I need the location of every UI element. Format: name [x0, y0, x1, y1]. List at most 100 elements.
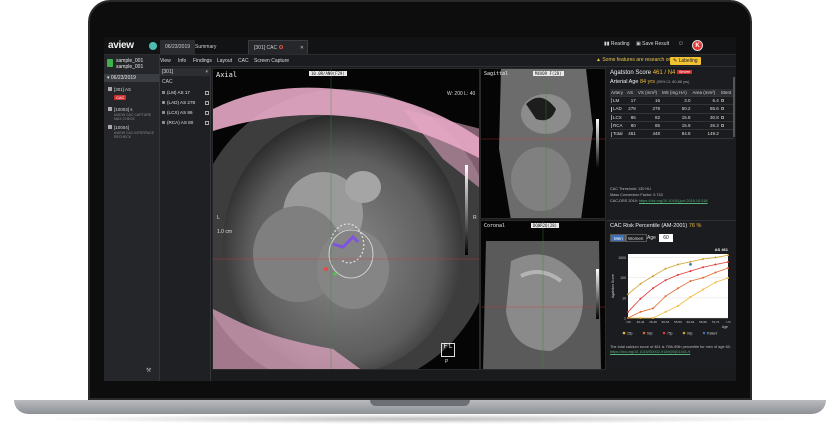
orientation-bottom: P	[445, 359, 449, 365]
series-description: AVIEW CAC INTERFACE RECHECK	[114, 131, 154, 139]
status-dot-icon	[279, 45, 284, 49]
user-avatar[interactable]: K	[692, 40, 703, 51]
coronal-ct-image	[481, 221, 605, 369]
tools-icon[interactable]: ⚒	[146, 367, 151, 374]
table-row[interactable]: LAD 278 278 50.2 85.6	[610, 104, 734, 114]
window-level-bar[interactable]	[596, 119, 599, 169]
age-input[interactable]: 60	[659, 234, 673, 242]
edit-icon[interactable]	[205, 121, 209, 125]
orientation-left: L	[217, 215, 220, 221]
tab-cac-label: [301] CAC	[254, 45, 278, 51]
orientation-cube[interactable]: F L	[441, 343, 455, 357]
risk-note: The total calcium score of 461 is 75th-9…	[610, 345, 734, 355]
menu-bar: View Info Findings Layout CAC Screen Cap…	[160, 55, 736, 67]
patient-id: sample_001	[116, 64, 144, 70]
arterial-age: Arterial Age 84 yrs (95% CI: 80-88 yrs)	[610, 79, 690, 85]
finding-item-lcx[interactable]: (LCX) AS 86	[162, 109, 209, 117]
stent-checkbox[interactable]	[720, 115, 724, 119]
column-header: MS (mg HA)	[661, 89, 692, 97]
series-point-90p	[702, 257, 704, 260]
edit-icon[interactable]	[205, 91, 209, 95]
series-point-50p	[702, 276, 704, 279]
axial-ct-image	[213, 69, 479, 369]
menu-info[interactable]: Info	[178, 58, 186, 64]
series-description: AVIEW CAC CAPTURE MAX CHECK	[114, 113, 152, 121]
agatston-title: Agatston Score 461 / N4 Severe	[610, 70, 693, 76]
series-point-90p	[727, 254, 729, 257]
axial-viewer[interactable]: Axial 10.0R/AN9(F29) W: 200 L: 40 1.0 cm…	[212, 68, 480, 370]
finding-item-lad[interactable]: (LAD) AS 278	[162, 99, 209, 107]
table-row[interactable]: LCX 86 82 15.8 30.8	[610, 113, 734, 122]
save-result-button[interactable]: ▣ Save Result	[636, 41, 669, 47]
edit-icon[interactable]	[205, 111, 209, 115]
close-icon[interactable]: ✕	[300, 41, 304, 55]
panel-scrollbar[interactable]	[733, 77, 735, 137]
series-item[interactable]: [301] AS	[108, 87, 131, 92]
y-tick-label: 100	[620, 276, 626, 280]
series-point-25p	[689, 296, 692, 299]
menu-cac[interactable]: CAC	[238, 58, 249, 64]
table-row[interactable]: RCA 80 85 15.9 26.3	[610, 121, 734, 131]
series-item[interactable]: [10004]	[108, 125, 129, 130]
table-row-total: Total 461 448 84.8 149.2	[610, 129, 734, 139]
stent-checkbox[interactable]	[720, 107, 724, 111]
coronal-series-tag: DQ0R2Q(28)	[531, 223, 560, 228]
reading-button[interactable]: ▮▮ Reading	[604, 41, 630, 47]
gender-women-toggle[interactable]: Women	[624, 234, 648, 242]
series-point-75p	[627, 310, 629, 313]
x-tick-label: 50-54	[662, 320, 670, 324]
coronal-label: Coronal	[484, 223, 506, 229]
stent-checkbox[interactable]	[720, 99, 724, 103]
study-date-row[interactable]: ▾ 06/23/2019	[104, 74, 159, 82]
tab-cac[interactable]: [301] CAC ✕	[248, 40, 308, 54]
severity-badge: Severe	[677, 70, 693, 75]
series-point-50p	[714, 271, 717, 274]
axial-label: Axial	[216, 71, 238, 79]
risk-percentile-panel: CAC Risk Percentile (AM-2001) 76 % Men W…	[607, 220, 736, 370]
finding-item-rca[interactable]: (RCA) AS 80	[162, 119, 209, 127]
series-point-75p	[702, 266, 704, 269]
orientation-right: R	[473, 215, 477, 221]
column-header: Stent	[719, 89, 734, 97]
power-icon[interactable]: ⏻	[679, 41, 683, 47]
labeling-button[interactable]: ✎ Labeling	[670, 57, 701, 65]
findings-series-select[interactable]: [301] ▾	[160, 68, 211, 76]
menu-screen-capture[interactable]: Screen Capture	[254, 58, 289, 64]
series-point-25p	[639, 317, 642, 319]
reference-link[interactable]: https://doi.org/10.1016/S0002-9149(00)01…	[610, 350, 734, 355]
chart-title: AS 461	[715, 247, 729, 252]
menu-layout[interactable]: Layout	[217, 58, 232, 64]
series-point-90p	[627, 293, 629, 296]
finding-swatch	[162, 121, 165, 124]
agatston-table: Artery AS VS (mm³) MS (mg HA) Area (mm²)…	[610, 89, 734, 139]
menu-view[interactable]: View	[160, 58, 171, 64]
series-point-25p	[677, 304, 679, 307]
stent-checkbox[interactable]	[720, 124, 724, 128]
menu-findings[interactable]: Findings	[193, 58, 212, 64]
series-point-50p	[677, 287, 679, 290]
sagittal-viewer[interactable]: Sagittal M4X09 F(28)	[480, 68, 606, 219]
research-notice: ▲ Some features are research only	[596, 57, 675, 63]
patient-entry[interactable]: sample_001 sample_001	[107, 58, 157, 72]
column-header: Artery	[610, 89, 626, 97]
tab-summary[interactable]: Summary	[190, 40, 221, 54]
finding-item-lm[interactable]: (LM) AS 17	[162, 89, 209, 97]
finding-swatch	[162, 111, 165, 114]
x-tick-label: <40	[625, 320, 630, 324]
edit-icon[interactable]	[205, 101, 209, 105]
series-item[interactable]: [10003] s	[108, 107, 133, 112]
reference-link[interactable]: https://doi.org/10.1016/j.jcct.2018.10.0…	[639, 199, 708, 203]
scale-readout: 1.0 cm	[217, 229, 233, 235]
legend-swatch	[702, 331, 706, 335]
x-tick-label: 65-69	[699, 320, 707, 324]
window-level-bar[interactable]	[596, 269, 599, 319]
series-point-25p	[702, 288, 704, 291]
series-point-50p	[664, 295, 667, 298]
table-row[interactable]: LM 17 16 3.0 6.4	[610, 96, 734, 106]
coronal-viewer[interactable]: Coronal DQ0R2Q(28)	[480, 220, 606, 370]
findings-category: CAC	[162, 79, 173, 85]
column-header: AS	[625, 89, 637, 97]
window-level-bar[interactable]	[465, 165, 468, 255]
legend-label: 25p	[627, 331, 633, 335]
series-icon	[108, 125, 112, 129]
